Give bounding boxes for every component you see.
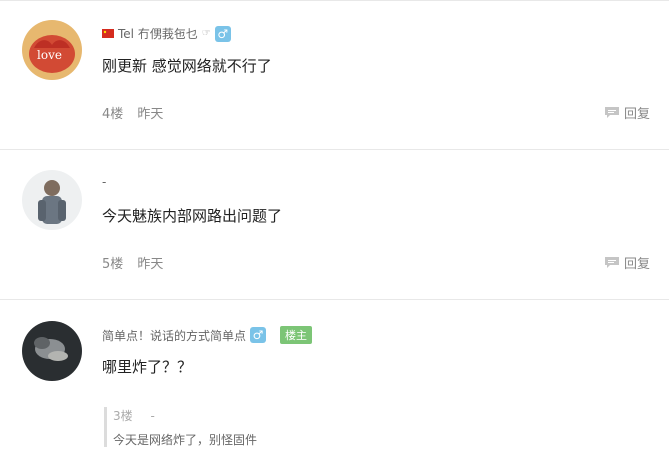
male-icon: ♂ [214,25,231,42]
sub-reply-floor: 3楼 [113,409,133,423]
china-flag-icon [102,29,114,38]
username-text: Tel 冇侽莪㐌乜 [118,27,198,41]
comment-bubble-icon [604,256,619,268]
username[interactable]: 简单点！说话的方式简单点 ♂ 楼主 [102,326,313,344]
comment-meta: 5楼 昨天 [102,253,163,272]
floor-label: 5楼 [102,257,124,272]
comment-bubble-icon [604,106,619,118]
comment-content: 刚更新 感觉网络就不行了 [102,57,272,75]
sub-reply-text: 今天是网络炸了，别怪固件 [113,433,258,447]
divider [0,299,669,300]
username-text: - [102,175,107,189]
avatar[interactable]: love [22,20,82,80]
comment-meta: 4楼 昨天 [102,103,163,122]
reply-label: 回复 [623,107,650,122]
divider [0,149,669,150]
avatar[interactable] [22,170,82,230]
owner-badge: 楼主 [280,326,313,344]
reply-button[interactable]: 回复 [604,103,650,122]
device-icon: ☞ [201,28,211,39]
comment-content: 哪里炸了？？ [102,358,193,376]
username[interactable]: - [102,175,106,189]
username-text: 简单点！说话的方式简单点 [102,328,247,343]
sub-reply-bar [104,407,107,447]
comment-content: 今天魅族内部网路出问题了 [102,207,283,225]
timestamp: 昨天 [137,107,164,122]
top-divider [0,0,669,1]
sub-reply-meta: 3楼 - [113,407,155,424]
sub-reply-sep: - [150,409,155,423]
username[interactable]: Tel 冇侽莪㐌乜 ☞ ♂ [102,25,231,42]
reply-label: 回复 [623,257,650,272]
male-icon: ♂ [250,327,267,343]
avatar[interactable] [22,321,82,381]
reply-button[interactable]: 回复 [604,253,650,272]
svg-text:love: love [37,48,62,62]
floor-label: 4楼 [102,107,124,122]
timestamp: 昨天 [137,257,164,272]
